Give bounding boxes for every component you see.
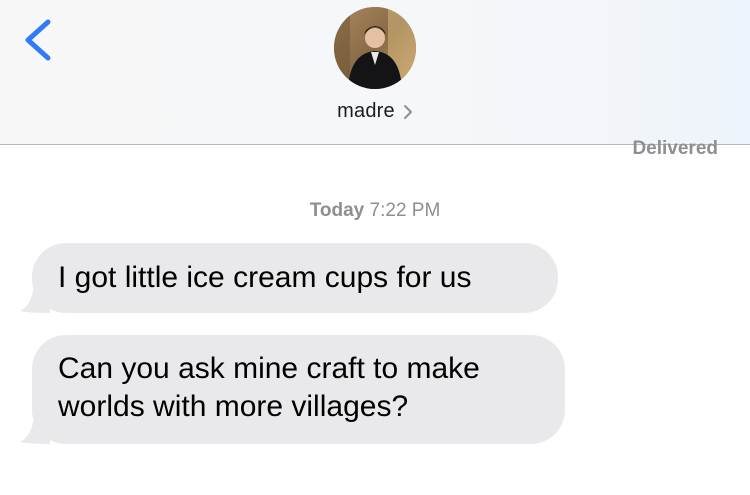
incoming-message-bubble[interactable]: Can you ask mine craft to make worlds wi… (20, 335, 565, 444)
bubble-tail (20, 416, 50, 444)
conversation-header: madre (0, 0, 750, 145)
bubble-tail (20, 285, 50, 313)
message-timestamp: Today 7:22 PM (0, 200, 750, 222)
avatar-photo (334, 7, 416, 89)
chevron-left-icon (25, 19, 51, 61)
message-text-line: worlds with more villages? (58, 390, 409, 423)
contact-details-link[interactable]: madre (0, 100, 750, 123)
message-text-line: Can you ask mine craft to make (58, 352, 480, 385)
back-button[interactable] (18, 16, 62, 64)
message-text: I got little ice cream cups for us (58, 261, 472, 294)
timestamp-day: Today (309, 200, 365, 221)
incoming-message-bubble[interactable]: I got little ice cream cups for us (20, 243, 558, 313)
contact-avatar[interactable] (334, 7, 416, 89)
delivery-status: Delivered (632, 138, 718, 159)
timestamp-time: 7:22 PM (369, 200, 441, 221)
chevron-right-icon (403, 104, 412, 119)
contact-name: madre (337, 100, 395, 122)
